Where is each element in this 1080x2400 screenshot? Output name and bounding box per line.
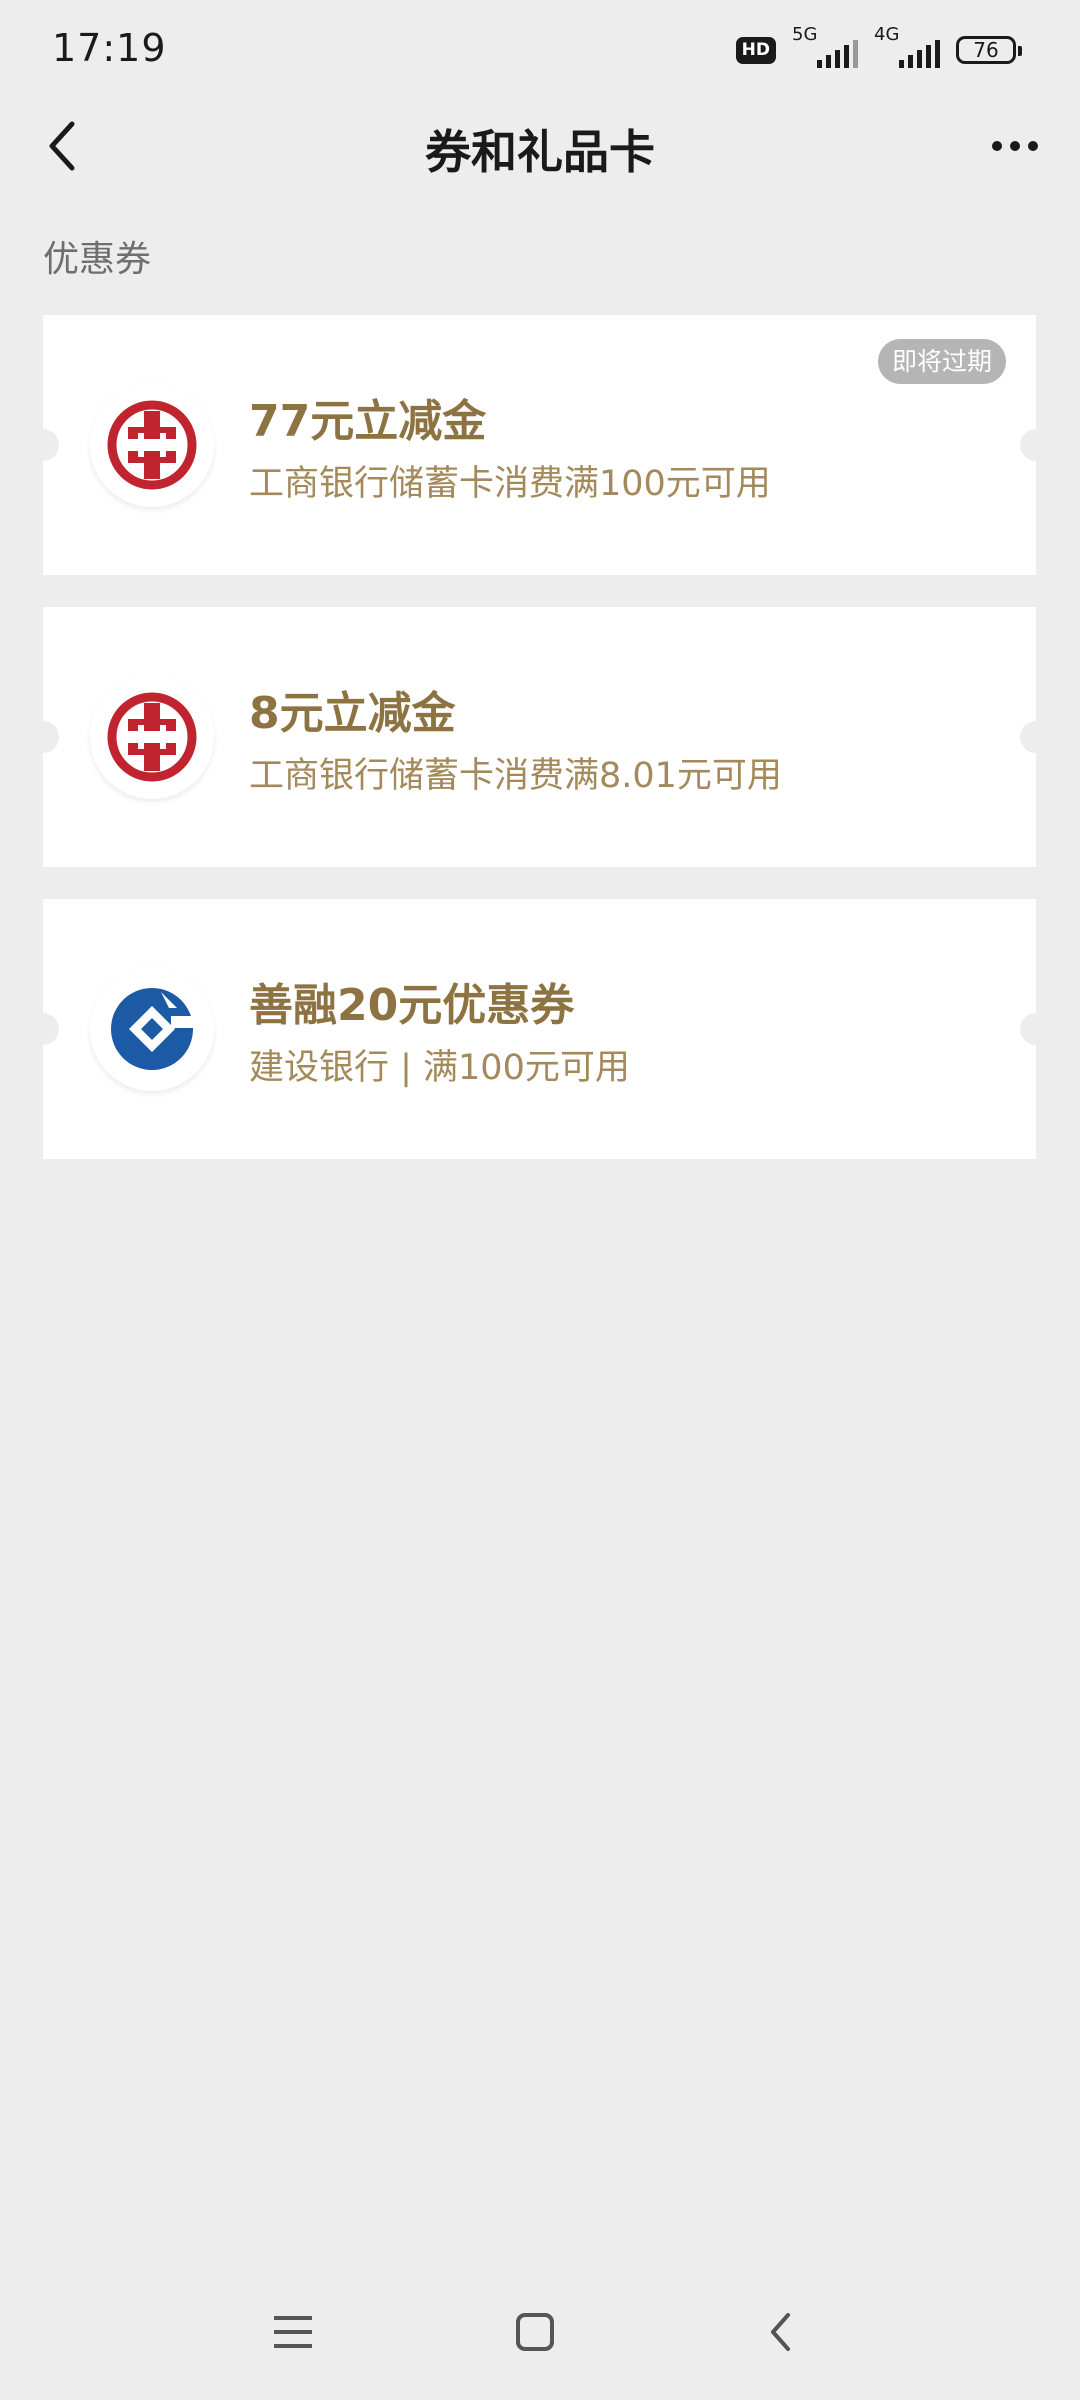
signal-4g-label: 4G xyxy=(874,24,900,45)
card-notch xyxy=(1020,721,1036,753)
coupon-card[interactable]: 77元立减金 工商银行储蓄卡消费满100元可用 即将过期 xyxy=(43,315,1036,575)
coupon-title: 善融20元优惠券 xyxy=(249,980,575,1031)
hd-icon: HD xyxy=(735,36,776,64)
coupon-title: 8元立减金 xyxy=(249,688,456,739)
home-button[interactable] xyxy=(500,2300,570,2364)
more-dots-icon xyxy=(992,141,1002,151)
status-icons: HD 5G 4G 76 xyxy=(735,24,1022,70)
card-notch xyxy=(43,429,59,461)
section-title: 优惠券 xyxy=(43,239,152,280)
page-title: 券和礼品卡 xyxy=(425,125,655,179)
system-nav-bar xyxy=(0,2280,1080,2380)
signal-5g-label: 5G xyxy=(792,24,818,45)
nav-bar: 券和礼品卡 xyxy=(0,96,1080,196)
battery-icon: 76 xyxy=(956,36,1022,64)
coupon-card[interactable]: 8元立减金 工商银行储蓄卡消费满8.01元可用 xyxy=(43,607,1036,867)
icbc-logo xyxy=(90,383,214,507)
menu-button[interactable] xyxy=(258,2300,328,2364)
status-time: 17:19 xyxy=(52,26,167,70)
menu-icon xyxy=(274,2316,312,2348)
coupon-card[interactable]: 善融20元优惠券 建设银行 | 满100元可用 xyxy=(43,899,1036,1159)
home-icon xyxy=(516,2313,554,2351)
ccb-logo xyxy=(90,967,214,1091)
card-notch xyxy=(43,721,59,753)
status-bar: 17:19 HD 5G 4G 76 xyxy=(0,0,1080,96)
expiring-badge: 即将过期 xyxy=(877,339,1006,384)
more-button[interactable] xyxy=(980,114,1050,178)
system-back-button[interactable] xyxy=(746,2300,816,2364)
coupon-desc: 工商银行储蓄卡消费满8.01元可用 xyxy=(249,756,782,796)
signal-5g-icon: 5G xyxy=(792,24,858,70)
coupon-desc: 建设银行 | 满100元可用 xyxy=(249,1048,630,1088)
card-notch xyxy=(1020,1013,1036,1045)
coupon-desc: 工商银行储蓄卡消费满100元可用 xyxy=(249,464,771,504)
card-notch xyxy=(1020,429,1036,461)
icbc-logo xyxy=(90,675,214,799)
coupon-title: 77元立减金 xyxy=(249,396,487,447)
back-icon xyxy=(771,2313,790,2351)
battery-level: 76 xyxy=(973,38,999,62)
signal-4g-icon: 4G xyxy=(874,24,940,70)
card-notch xyxy=(43,1013,59,1045)
